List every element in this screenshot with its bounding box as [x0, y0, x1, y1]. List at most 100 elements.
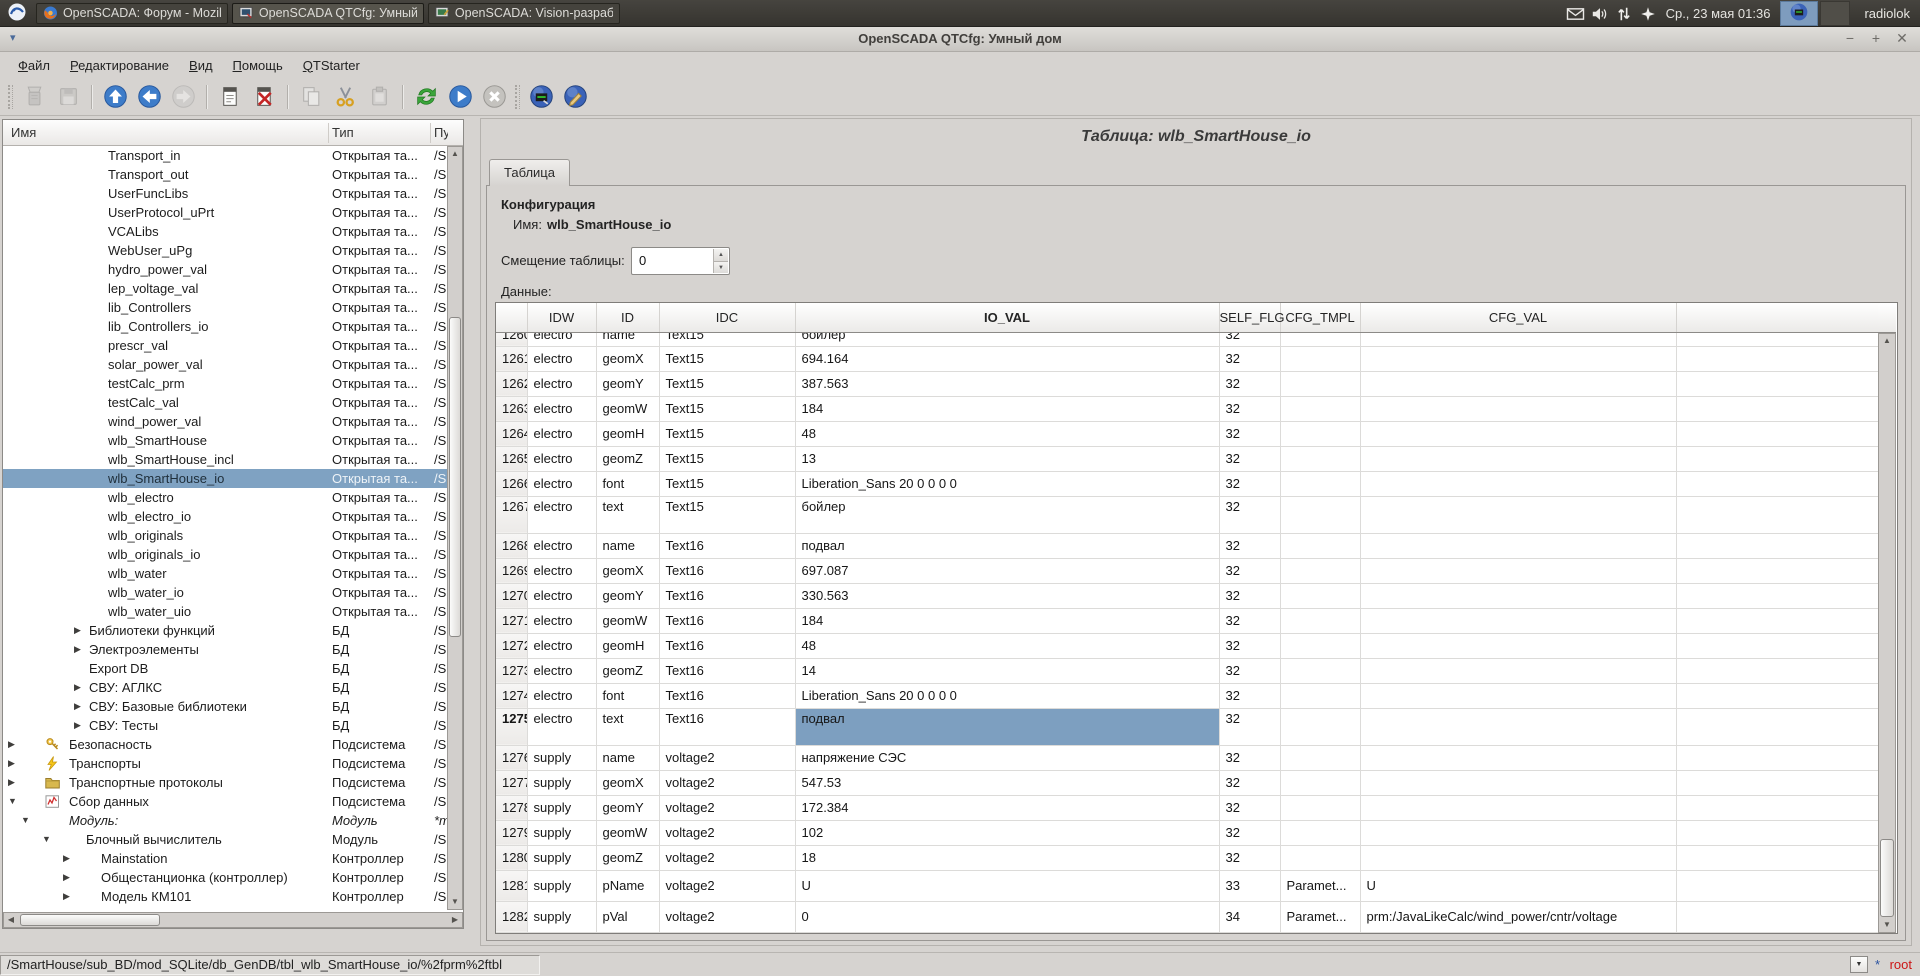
cell-1277-3[interactable]: voltage2: [659, 770, 795, 795]
menu-1[interactable]: Файл: [8, 55, 60, 76]
cell-1265-0[interactable]: 1265: [496, 446, 527, 471]
cell-1277-7[interactable]: [1360, 770, 1676, 795]
pinwheel-icon[interactable]: [1636, 4, 1660, 24]
cell-1265-5[interactable]: 32: [1219, 446, 1280, 471]
cell-1261-6[interactable]: [1280, 346, 1360, 371]
cell-1272-7[interactable]: [1360, 633, 1676, 658]
tree-item-VCALibs[interactable]: VCALibsОткрытая та.../Sm: [3, 222, 447, 241]
cell-1274-4[interactable]: Liberation_Sans 20 0 0 0 0: [795, 683, 1219, 708]
tree-item-lib_Controllers[interactable]: lib_ControllersОткрытая та.../Sm: [3, 298, 447, 317]
cell-1260-5[interactable]: 32: [1219, 332, 1280, 346]
toolbar-del-button[interactable]: [249, 82, 279, 112]
cell-1276-0[interactable]: 1276: [496, 745, 527, 770]
toolbar-vision-button[interactable]: [560, 82, 590, 112]
col-header-IO_VAL[interactable]: IO_VAL: [795, 303, 1219, 332]
chevron-right-icon[interactable]: ▶: [63, 887, 70, 906]
cell-1278-0[interactable]: 1278: [496, 795, 527, 820]
cell-1268-1[interactable]: electro: [527, 533, 596, 558]
cell-1261-7[interactable]: [1360, 346, 1676, 371]
tree-item-prescr_val[interactable]: prescr_valОткрытая та.../Sm: [3, 336, 447, 355]
cell-1276-7[interactable]: [1360, 745, 1676, 770]
toolbar-paste-button[interactable]: [364, 82, 394, 112]
cell-1260-7[interactable]: [1360, 332, 1676, 346]
cell-1268-3[interactable]: Text16: [659, 533, 795, 558]
cell-1268-2[interactable]: name: [596, 533, 659, 558]
start-menu-button[interactable]: [2, 2, 32, 25]
toolbar-refresh-button[interactable]: [411, 82, 441, 112]
cell-1272-3[interactable]: Text16: [659, 633, 795, 658]
chevron-down-icon[interactable]: ▼: [42, 830, 51, 849]
task-button-3[interactable]: OpenSCADA: Vision-разраб...: [428, 3, 620, 24]
cell-1278-1[interactable]: supply: [527, 795, 596, 820]
menu-2[interactable]: Редактирование: [60, 55, 179, 76]
cell-1262-5[interactable]: 32: [1219, 371, 1280, 396]
cell-1266-2[interactable]: font: [596, 471, 659, 496]
tree-item-lib_Controllers_io[interactable]: lib_Controllers_ioОткрытая та.../Sm: [3, 317, 447, 336]
tree-item-wlb_originals[interactable]: wlb_originalsОткрытая та.../Sm: [3, 526, 447, 545]
cell-1276-1[interactable]: supply: [527, 745, 596, 770]
cell-1273-4[interactable]: 14: [795, 658, 1219, 683]
cell-1261-1[interactable]: electro: [527, 346, 596, 371]
col-header-CFG_VAL[interactable]: CFG_VAL: [1360, 303, 1676, 332]
tree-item-wlb_electro_io[interactable]: wlb_electro_ioОткрытая та.../Sm: [3, 507, 447, 526]
tree-item-Блочный_вычислитель[interactable]: ▼Блочный вычислительМодуль/Sm: [3, 830, 447, 849]
toolbar-back-button[interactable]: [134, 82, 164, 112]
cell-1269-7[interactable]: [1360, 558, 1676, 583]
cell-1272-5[interactable]: 32: [1219, 633, 1280, 658]
tree-item-wlb_water_io[interactable]: wlb_water_ioОткрытая та.../Sm: [3, 583, 447, 602]
tree-item-Export_DB[interactable]: Export DBБД/Sm: [3, 659, 447, 678]
menu-5[interactable]: QTStarter: [293, 55, 370, 76]
cell-1262-2[interactable]: geomY: [596, 371, 659, 396]
cell-1269-1[interactable]: electro: [527, 558, 596, 583]
cell-1273-6[interactable]: [1280, 658, 1360, 683]
toolbar-up-button[interactable]: [100, 82, 130, 112]
col-header-IDW[interactable]: IDW: [527, 303, 596, 332]
tree-item-wlb_electro[interactable]: wlb_electroОткрытая та.../Sm: [3, 488, 447, 507]
cell-1266-6[interactable]: [1280, 471, 1360, 496]
toolbar-save-button[interactable]: [53, 82, 83, 112]
cell-1271-3[interactable]: Text16: [659, 608, 795, 633]
close-button[interactable]: ✕: [1894, 30, 1910, 47]
tree-item-WebUser_uPg[interactable]: WebUser_uPgОткрытая та.../Sm: [3, 241, 447, 260]
cell-1281-0[interactable]: 1281: [496, 870, 527, 901]
cell-1275-0[interactable]: 1275: [496, 708, 527, 745]
cell-1274-6[interactable]: [1280, 683, 1360, 708]
cell-1262-1[interactable]: electro: [527, 371, 596, 396]
cell-1270-0[interactable]: 1270: [496, 583, 527, 608]
cell-1269-6[interactable]: [1280, 558, 1360, 583]
tree-col-type[interactable]: Тип: [332, 125, 354, 140]
cell-1269-0[interactable]: 1269: [496, 558, 527, 583]
spin-up-button[interactable]: ▲: [713, 249, 728, 261]
cell-1282-5[interactable]: 34: [1219, 901, 1280, 932]
cell-1271-1[interactable]: electro: [527, 608, 596, 633]
chevron-down-icon[interactable]: ▼: [8, 792, 17, 811]
cell-1277-6[interactable]: [1280, 770, 1360, 795]
tree-item-wlb_originals_io[interactable]: wlb_originals_ioОткрытая та.../Sm: [3, 545, 447, 564]
panel-splitter[interactable]: [464, 116, 480, 952]
cell-1277-0[interactable]: 1277: [496, 770, 527, 795]
tree-item-СВУ_Тесты[interactable]: ▶СВУ: ТестыБД/Sm: [3, 716, 447, 735]
cell-1276-3[interactable]: voltage2: [659, 745, 795, 770]
tree-item-wlb_water[interactable]: wlb_waterОткрытая та.../Sm: [3, 564, 447, 583]
tree-vscrollbar[interactable]: ▲ ▼: [447, 146, 463, 910]
cell-1282-2[interactable]: pVal: [596, 901, 659, 932]
cell-1268-6[interactable]: [1280, 533, 1360, 558]
cell-1274-3[interactable]: Text16: [659, 683, 795, 708]
cell-1265-4[interactable]: 13: [795, 446, 1219, 471]
cell-1279-3[interactable]: voltage2: [659, 820, 795, 845]
updown-icon[interactable]: [1612, 4, 1636, 24]
cell-1280-0[interactable]: 1280: [496, 845, 527, 870]
minimize-button[interactable]: −: [1842, 30, 1858, 47]
cell-1260-6[interactable]: [1280, 332, 1360, 346]
cell-1266-0[interactable]: 1266: [496, 471, 527, 496]
cell-1262-3[interactable]: Text15: [659, 371, 795, 396]
toolbar-forward-button[interactable]: [168, 82, 198, 112]
cell-1275-5[interactable]: 32: [1219, 708, 1280, 745]
cell-1263-5[interactable]: 32: [1219, 396, 1280, 421]
cell-1269-4[interactable]: 697.087: [795, 558, 1219, 583]
cell-1274-2[interactable]: font: [596, 683, 659, 708]
cell-1266-4[interactable]: Liberation_Sans 20 0 0 0 0: [795, 471, 1219, 496]
cell-1267-2[interactable]: text: [596, 496, 659, 533]
cell-1278-4[interactable]: 172.384: [795, 795, 1219, 820]
task-button-1[interactable]: OpenSCADA: Форум - Mozil...: [36, 3, 228, 24]
